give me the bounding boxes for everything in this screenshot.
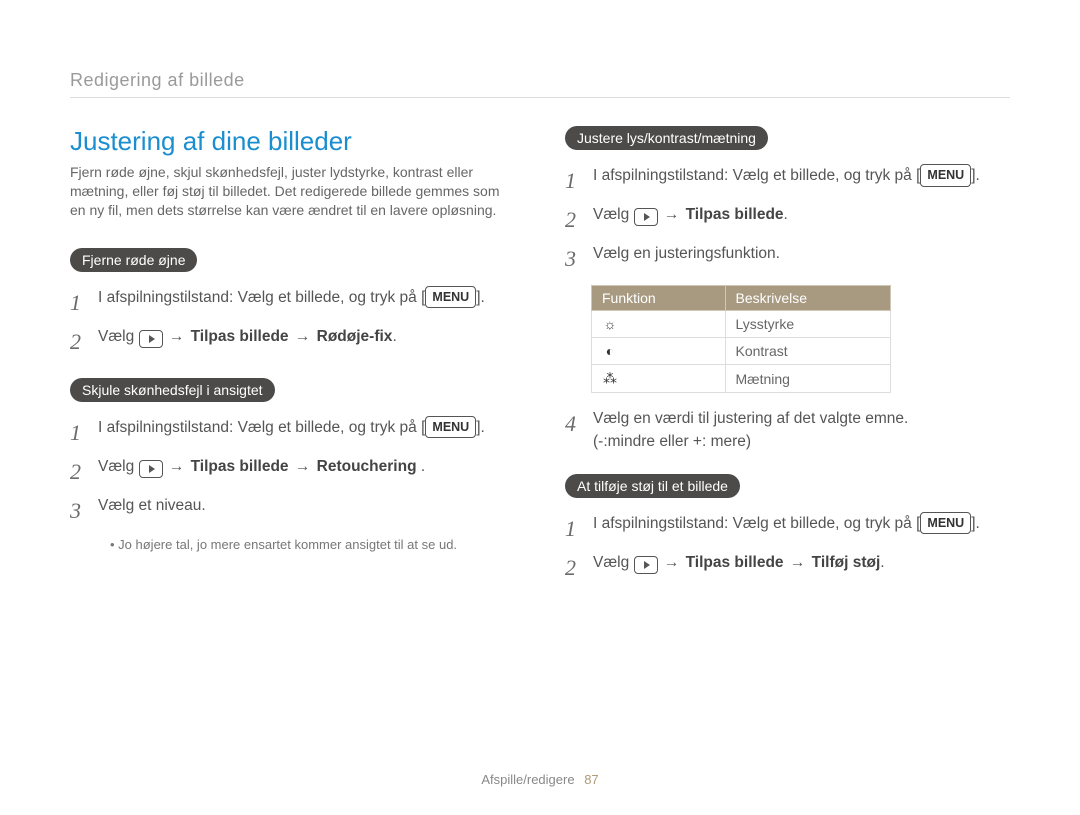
table-header-desc: Beskrivelse [725,286,891,311]
contrast-icon: ◐ [602,343,618,359]
step-number: 1 [70,286,88,319]
menu-chip-icon: MENU [425,286,476,309]
column-right: Justere lys/kontrast/mætning 1 I afspiln… [565,116,1010,594]
section-pill-retouch: Skjule skønhedsfejl i ansigtet [70,378,275,402]
step-text: I afspilningstilstand: Vælg et billede, … [593,512,980,535]
play-chip-icon [139,330,163,348]
step-number: 3 [70,494,88,527]
adjust-function-table: Funktion Beskrivelse ☼ Lysstyrke ◐ Kontr… [591,285,891,393]
play-chip-icon [634,208,658,226]
table-cell: Kontrast [725,338,891,365]
footer-section: Afspille/redigere [481,772,574,787]
step-text: I afspilningstilstand: Vælg et billede, … [98,416,485,439]
brightness-icon: ☼ [602,316,618,332]
table-header-func: Funktion [592,286,726,311]
content-columns: Justering af dine billeder Fjern røde øj… [70,116,1010,594]
step-text: Vælg → Tilpas billede → Rødøje-fix. [98,325,397,348]
step-number: 2 [565,551,583,584]
table-cell: Mætning [725,365,891,393]
step-number: 1 [565,164,583,197]
table-cell: Lysstyrke [725,311,891,338]
step-text: Vælg en værdi til justering af det valgt… [593,407,908,454]
page-title: Justering af dine billeder [70,126,515,157]
step-number: 2 [70,325,88,358]
steps-red-eye: 1 I afspilningstilstand: Vælg et billede… [70,286,515,358]
menu-chip-icon: MENU [920,512,971,535]
menu-chip-icon: MENU [425,416,476,439]
table-row: ⁂ Mætning [592,365,891,393]
table-row: ◐ Kontrast [592,338,891,365]
step-text: Vælg → Tilpas billede → Retouchering . [98,455,425,478]
intro-text: Fjern røde øjne, skjul skønhedsfejl, jus… [70,163,515,220]
steps-adjust: 1 I afspilningstilstand: Vælg et billede… [565,164,1010,275]
step-text: Vælg en justeringsfunktion. [593,242,780,265]
play-chip-icon [139,460,163,478]
column-left: Justering af dine billeder Fjern røde øj… [70,116,515,594]
menu-chip-icon: MENU [920,164,971,187]
page: Redigering af billede Justering af dine … [0,0,1080,815]
steps-noise: 1 I afspilningstilstand: Vælg et billede… [565,512,1010,584]
steps-adjust-cont: 4 Vælg en værdi til justering af det val… [565,407,1010,454]
section-pill-red-eye: Fjerne røde øjne [70,248,197,272]
section-pill-noise: At tilføje støj til et billede [565,474,740,498]
page-footer: Afspille/redigere 87 [0,772,1080,787]
step-number: 1 [70,416,88,449]
saturation-icon: ⁂ [602,370,618,387]
step-text: I afspilningstilstand: Vælg et billede, … [593,164,980,187]
step-note: Jo højere tal, jo mere ensartet kommer a… [110,537,515,552]
step-text: Vælg et niveau. [98,494,206,517]
step-text: Vælg → Tilpas billede. [593,203,788,226]
steps-retouch: 1 I afspilningstilstand: Vælg et billede… [70,416,515,527]
play-chip-icon [634,556,658,574]
step-number: 4 [565,407,583,440]
section-pill-adjust: Justere lys/kontrast/mætning [565,126,768,150]
breadcrumb: Redigering af billede [70,70,1010,98]
step-text: I afspilningstilstand: Vælg et billede, … [98,286,485,309]
step-number: 2 [70,455,88,488]
step-number: 1 [565,512,583,545]
step-number: 2 [565,203,583,236]
step-text: Vælg → Tilpas billede → Tilføj støj. [593,551,885,574]
table-row: ☼ Lysstyrke [592,311,891,338]
step-number: 3 [565,242,583,275]
page-number: 87 [584,772,598,787]
